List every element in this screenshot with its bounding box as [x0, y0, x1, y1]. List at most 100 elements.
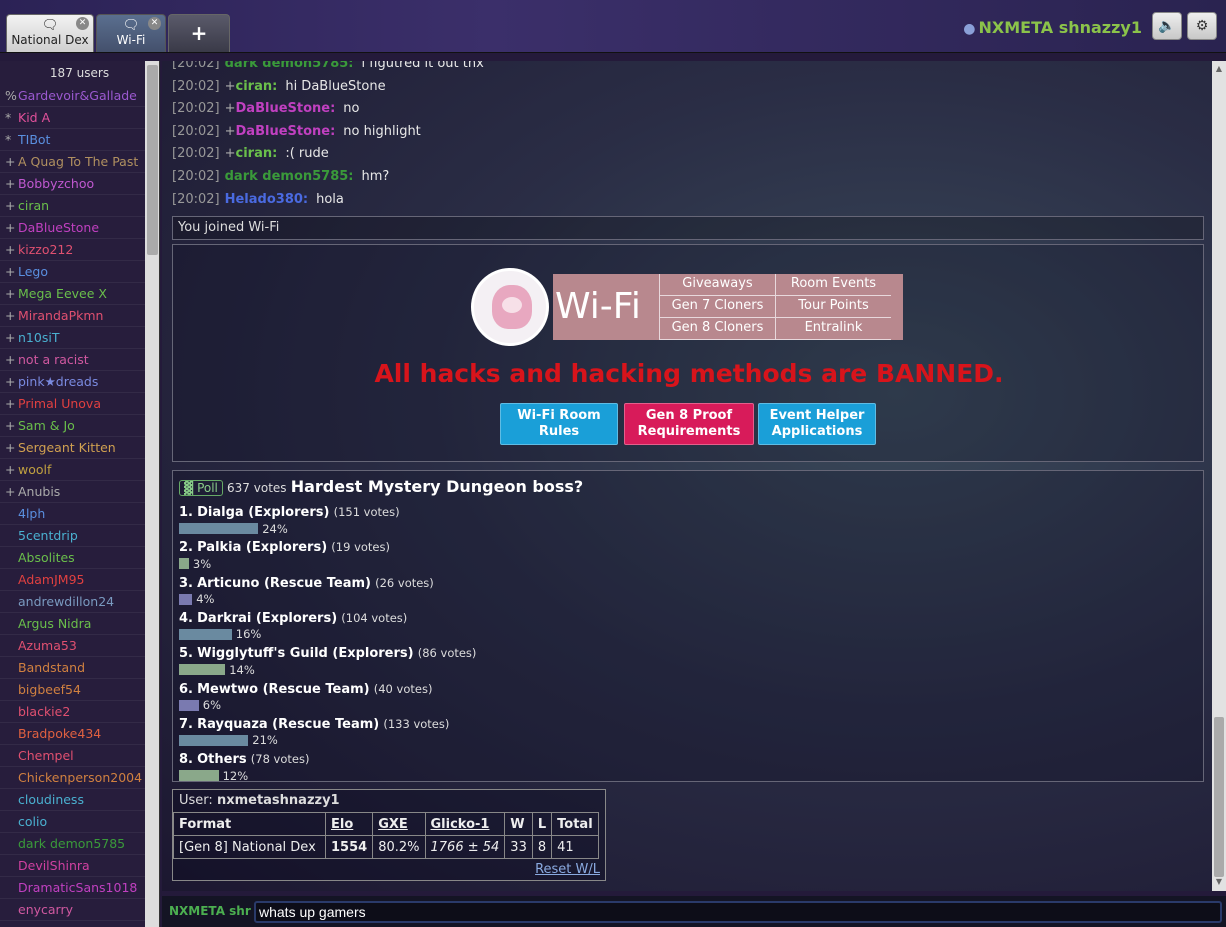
link-gen8-cloners[interactable]: Gen 8 Cloners — [659, 318, 775, 340]
user-list-item[interactable]: Absolites — [0, 547, 145, 569]
user-list-item[interactable]: Chickenperson2004 — [0, 767, 145, 789]
user-rank: + — [5, 198, 16, 213]
user-list-item[interactable]: andrewdillon24 — [0, 591, 145, 613]
user-list-item[interactable]: cloudiness — [0, 789, 145, 811]
col-gxe[interactable]: GXE — [372, 812, 426, 836]
message-author[interactable]: +DaBlueStone: — [225, 101, 336, 116]
reset-wl-link[interactable]: Reset W/L — [535, 862, 600, 877]
user-list-item[interactable]: + Mega Eevee X — [0, 283, 145, 305]
user-list-item[interactable]: + Sam & Jo — [0, 415, 145, 437]
user-list-item[interactable]: 5centdrip — [0, 525, 145, 547]
user-list-item[interactable]: + Bobbyzchoo — [0, 173, 145, 195]
user-list-item[interactable]: Bandstand — [0, 657, 145, 679]
user-list-item[interactable]: Bradpoke434 — [0, 723, 145, 745]
user-list-item[interactable]: enycarry — [0, 899, 145, 921]
link-tour-points[interactable]: Tour Points — [775, 296, 891, 318]
user-list-item[interactable]: + A Quag To The Past — [0, 151, 145, 173]
user-list-item[interactable]: Chempel — [0, 745, 145, 767]
banner-title: Wi-Fi — [553, 274, 659, 340]
scrollbar-thumb[interactable] — [1214, 717, 1224, 877]
message-author[interactable]: dark demon5785: — [225, 169, 354, 184]
user-list-item[interactable]: + MirandaPkmn — [0, 305, 145, 327]
tab-wifi[interactable]: 🗨 Wi-Fi ✕ — [96, 14, 166, 52]
tab-national-dex[interactable]: 🗨 National Dex ✕ — [6, 14, 94, 52]
user-list-item[interactable]: 4lph — [0, 503, 145, 525]
poll-option-label: 3. Articuno (Rescue Team) (26 votes) — [179, 574, 779, 592]
user-list-item[interactable]: * TIBot — [0, 129, 145, 151]
sound-button[interactable]: 🔈 — [1152, 12, 1182, 40]
user-list-item[interactable]: * Kid A — [0, 107, 145, 129]
poll-option[interactable]: 2. Palkia (Explorers) (19 votes) 3% — [179, 538, 779, 571]
close-icon[interactable]: ✕ — [148, 17, 161, 30]
cell-gxe: 80.2% — [372, 835, 426, 859]
user-rank: % — [5, 88, 17, 103]
user-list-item[interactable]: DramaticSans1018 — [0, 877, 145, 899]
user-list-item[interactable]: bigbeef54 — [0, 679, 145, 701]
user-list-item[interactable]: + woolf — [0, 459, 145, 481]
scroll-up-icon[interactable]: ▲ — [1214, 64, 1224, 74]
link-room-events[interactable]: Room Events — [775, 274, 891, 296]
user-rank: + — [5, 176, 16, 191]
user-list-item[interactable]: + kizzo212 — [0, 239, 145, 261]
user-list-item[interactable]: + Anubis — [0, 481, 145, 503]
message-text: no — [343, 101, 360, 117]
col-elo[interactable]: Elo — [324, 812, 374, 836]
user-icon: ● — [963, 21, 976, 37]
user-list-item[interactable]: + pink★dreads — [0, 371, 145, 393]
poll-option[interactable]: 6. Mewtwo (Rescue Team) (40 votes) 6% — [179, 680, 779, 713]
user-list-item[interactable]: DevilShinra — [0, 855, 145, 877]
scroll-down-icon[interactable]: ▼ — [1214, 877, 1224, 887]
add-tab-button[interactable]: + — [168, 14, 230, 52]
poll-option[interactable]: 7. Rayquaza (Rescue Team) (133 votes) 21% — [179, 715, 779, 748]
link-gen7-cloners[interactable]: Gen 7 Cloners — [659, 296, 775, 318]
user-list-item[interactable]: blackie2 — [0, 701, 145, 723]
user-list-item[interactable]: + Lego — [0, 261, 145, 283]
col-glicko[interactable]: Glicko-1 — [424, 812, 506, 836]
scrollbar-thumb[interactable] — [147, 65, 158, 255]
user-list-item[interactable]: + ciran — [0, 195, 145, 217]
message-author[interactable]: Helado380: — [225, 192, 309, 207]
poll-option[interactable]: 8. Others (78 votes) 12% — [179, 750, 779, 783]
event-helper-button[interactable]: Event Helper Applications — [758, 403, 876, 445]
message-author[interactable]: +DaBlueStone: — [225, 124, 336, 139]
message-author[interactable]: +ciran: — [225, 79, 278, 94]
user-list-item[interactable]: + n10siT — [0, 327, 145, 349]
option-number: 4. — [179, 610, 193, 626]
message-author[interactable]: +ciran: — [225, 146, 278, 161]
user-list-item[interactable]: Argus Nidra — [0, 613, 145, 635]
user-list-item[interactable]: Azuma53 — [0, 635, 145, 657]
poll-option[interactable]: 5. Wigglytuff's Guild (Explorers) (86 vo… — [179, 644, 779, 677]
user-list-item[interactable]: + DaBlueStone — [0, 217, 145, 239]
chat-scrollbar[interactable]: ▲ ▼ — [1212, 61, 1226, 891]
poll-badge: ▓ Poll — [179, 480, 223, 496]
poll-box: ▓ Poll 637 votes Hardest Mystery Dungeon… — [172, 470, 1204, 783]
gen8-proof-button[interactable]: Gen 8 Proof Requirements — [624, 403, 754, 445]
message-input[interactable] — [254, 901, 1222, 923]
user-list-item[interactable]: + Sergeant Kitten — [0, 437, 145, 459]
user-list-item[interactable]: + Primal Unova — [0, 393, 145, 415]
user-list-item[interactable]: colio — [0, 811, 145, 833]
message-author[interactable]: dark demon5785: — [225, 61, 354, 71]
chat-message: [20:02] +ciran::( rude — [162, 143, 1212, 166]
user-list-item[interactable]: + not a racist — [0, 349, 145, 371]
close-icon[interactable]: ✕ — [76, 17, 89, 30]
link-giveaways[interactable]: Giveaways — [659, 274, 775, 296]
userlist-scrollbar[interactable] — [145, 61, 159, 927]
user-name: 4lph — [18, 506, 46, 521]
settings-button[interactable]: ⚙ — [1187, 12, 1217, 40]
poll-option[interactable]: 4. Darkrai (Explorers) (104 votes) 16% — [179, 609, 779, 642]
user-list-item[interactable]: %Gardevoir&Gallade — [0, 85, 145, 107]
user-list-item[interactable]: AdamJM95 — [0, 569, 145, 591]
message-text: hm? — [361, 168, 390, 184]
poll-option[interactable]: 3. Articuno (Rescue Team) (26 votes) 4% — [179, 574, 779, 607]
wifi-rules-button[interactable]: Wi-Fi Room Rules — [500, 403, 618, 445]
link-entralink[interactable]: Entralink — [775, 318, 891, 340]
table-header-row: Format Elo GXE Glicko-1 W L Total — [173, 812, 599, 836]
user-name: DevilShinra — [18, 858, 90, 873]
option-number: 1. — [179, 505, 193, 520]
user-menu[interactable]: ● NXMETA shnazzy1 — [963, 18, 1142, 37]
poll-question: Hardest Mystery Dungeon boss? — [290, 477, 584, 496]
user-list-item[interactable]: dark demon5785 — [0, 833, 145, 855]
poll-option[interactable]: 1. Dialga (Explorers) (151 votes) 24% — [179, 503, 779, 536]
ladder-username: nxmetashnazzy1 — [216, 793, 340, 808]
